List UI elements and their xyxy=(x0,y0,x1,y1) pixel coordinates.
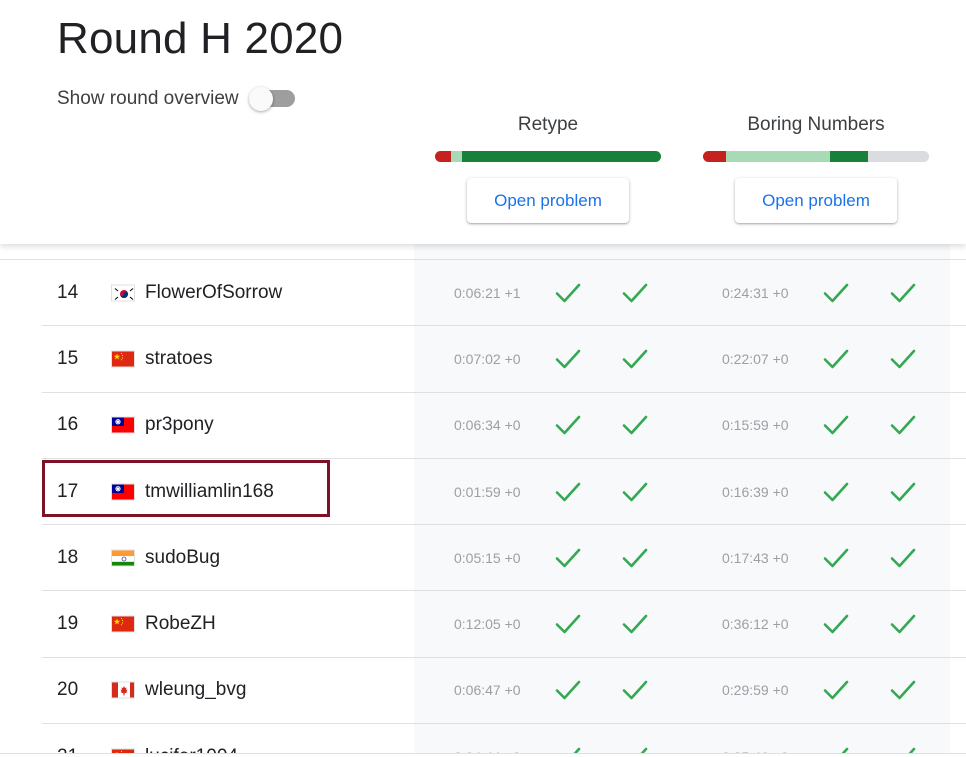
rank: 17 xyxy=(57,480,79,502)
scroll-edge xyxy=(0,753,966,757)
check-icon xyxy=(622,348,648,370)
username[interactable]: pr3pony xyxy=(145,414,214,436)
problem2-time: 0:16:39 +0 xyxy=(722,483,789,500)
check-icon xyxy=(622,414,648,436)
problem1-time: 0:01:59 +0 xyxy=(454,483,521,500)
check-icon xyxy=(555,348,581,370)
check-icon xyxy=(555,679,581,701)
progress-segment xyxy=(703,151,726,162)
check-icon xyxy=(823,348,849,370)
check-icon xyxy=(622,282,648,304)
check-icon xyxy=(555,282,581,304)
table-row: 20 wleung_bvg 0:06:47 +0 0:29:59 +0 xyxy=(42,658,966,725)
problem-progress-bar xyxy=(703,151,929,162)
country-flag-icon xyxy=(111,416,135,434)
table-row: 18 sudoBug 0:05:15 +0 0:17:43 +0 xyxy=(42,525,966,592)
country-flag-icon xyxy=(111,284,135,302)
username[interactable]: wleung_bvg xyxy=(145,679,246,701)
check-icon xyxy=(622,613,648,635)
table-row: 15 stratoes 0:07:02 +0 0:22:07 +0 xyxy=(42,326,966,393)
rank: 15 xyxy=(57,347,79,369)
table-row: 16 pr3pony 0:06:34 +0 0:15:59 +0 xyxy=(42,393,966,459)
country-flag-icon xyxy=(111,615,135,633)
table-row: 19 RobeZH 0:12:05 +0 0:36:12 +0 xyxy=(42,591,966,658)
country-flag-icon xyxy=(111,350,135,368)
scoreboard-table: 14 FlowerOfSorrow 0:06:21 +1 0:24:31 +0 15 st… xyxy=(0,259,966,757)
rank: 14 xyxy=(57,281,79,303)
round-overview-control: Show round overview xyxy=(57,87,295,111)
check-icon xyxy=(823,613,849,635)
check-icon xyxy=(890,547,916,569)
progress-segment xyxy=(725,151,830,162)
check-icon xyxy=(555,613,581,635)
problem-progress-bar xyxy=(435,151,661,162)
check-icon xyxy=(622,481,648,503)
open-problem-button[interactable]: Open problem xyxy=(735,178,897,223)
check-icon xyxy=(823,282,849,304)
check-icon xyxy=(622,679,648,701)
check-icon xyxy=(823,547,849,569)
problem1-time: 0:06:34 +0 xyxy=(454,417,521,434)
table-row: 14 FlowerOfSorrow 0:06:21 +1 0:24:31 +0 xyxy=(42,260,966,327)
problem2-time: 0:24:31 +0 xyxy=(722,284,789,301)
problem-name: Boring Numbers xyxy=(747,114,885,135)
username[interactable]: RobeZH xyxy=(145,613,216,635)
page-title: Round H 2020 xyxy=(57,14,344,63)
check-icon xyxy=(823,481,849,503)
check-icon xyxy=(823,414,849,436)
check-icon xyxy=(890,613,916,635)
rank: 19 xyxy=(57,613,79,635)
check-icon xyxy=(555,414,581,436)
table-row: 17 tmwilliamlin168 0:01:59 +0 0:16:39 +0 xyxy=(42,459,966,526)
check-icon xyxy=(890,481,916,503)
problem2-time: 0:22:07 +0 xyxy=(722,350,789,367)
country-flag-icon xyxy=(111,681,135,699)
check-icon xyxy=(555,547,581,569)
round-overview-label: Show round overview xyxy=(57,88,239,109)
rank: 20 xyxy=(57,679,79,701)
progress-segment xyxy=(435,151,451,162)
problem2-time: 0:17:43 +0 xyxy=(722,549,789,566)
username[interactable]: FlowerOfSorrow xyxy=(145,282,282,304)
country-flag-icon xyxy=(111,549,135,567)
check-icon xyxy=(622,547,648,569)
check-icon xyxy=(890,679,916,701)
rank: 18 xyxy=(57,546,79,568)
round-overview-toggle[interactable] xyxy=(248,87,295,111)
toggle-thumb[interactable] xyxy=(248,87,273,111)
check-icon xyxy=(555,481,581,503)
problem1-time: 0:06:21 +1 xyxy=(454,284,521,301)
problem1-time: 0:12:05 +0 xyxy=(454,616,521,633)
problem2-time: 0:15:59 +0 xyxy=(722,417,789,434)
problem-header-retype: Retype Open problem xyxy=(435,114,661,223)
username[interactable]: stratoes xyxy=(145,348,213,370)
username[interactable]: sudoBug xyxy=(145,547,220,569)
problem1-time: 0:07:02 +0 xyxy=(454,350,521,367)
check-icon xyxy=(823,679,849,701)
rank: 16 xyxy=(57,414,79,436)
progress-segment xyxy=(450,151,463,162)
open-problem-button[interactable]: Open problem xyxy=(467,178,629,223)
problem1-time: 0:06:47 +0 xyxy=(454,682,521,699)
problem2-time: 0:29:59 +0 xyxy=(722,682,789,699)
country-flag-icon xyxy=(111,483,135,501)
username[interactable]: tmwilliamlin168 xyxy=(145,481,274,503)
problem-header-boring-numbers: Boring Numbers Open problem xyxy=(703,114,929,223)
check-icon xyxy=(890,348,916,370)
check-icon xyxy=(890,414,916,436)
progress-segment xyxy=(829,151,868,162)
problem-name: Retype xyxy=(517,114,579,135)
check-icon xyxy=(890,282,916,304)
progress-segment xyxy=(867,151,929,162)
problem2-time: 0:36:12 +0 xyxy=(722,616,789,633)
problem1-time: 0:05:15 +0 xyxy=(454,549,521,566)
progress-segment xyxy=(462,151,661,162)
round-header: Round H 2020 Show round overview Retype … xyxy=(0,0,966,244)
